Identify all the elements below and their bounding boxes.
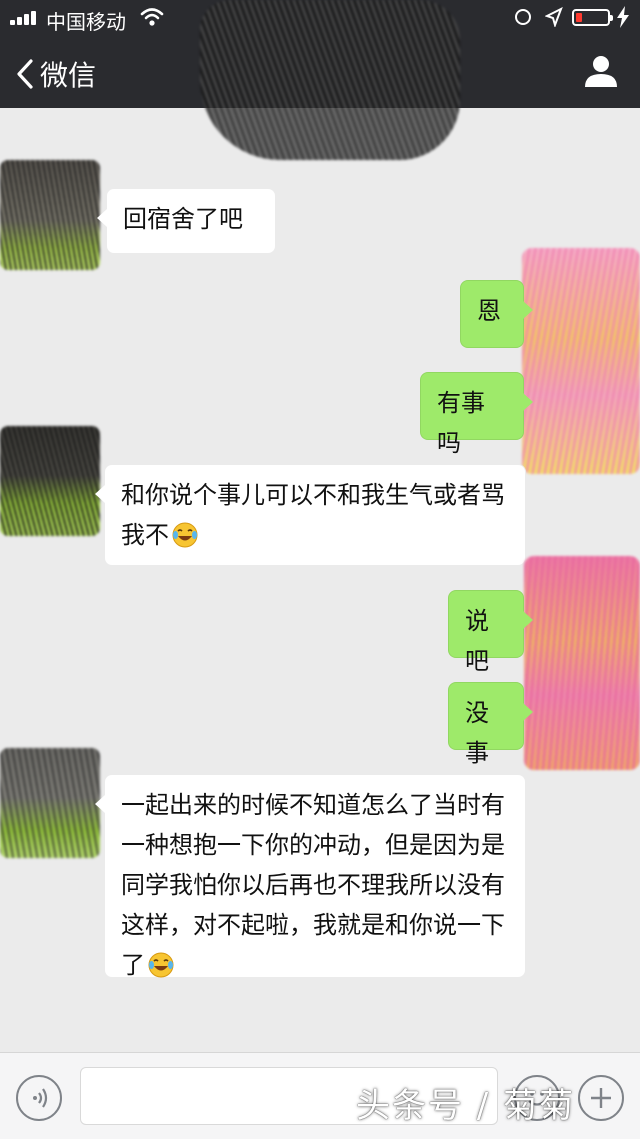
back-button[interactable]: 微信 xyxy=(16,54,96,94)
plus-icon xyxy=(591,1088,611,1108)
message-text: 有事吗 xyxy=(437,389,485,457)
avatar[interactable] xyxy=(524,556,640,770)
message-text: 回宿舍了吧 xyxy=(123,205,243,233)
wifi-icon xyxy=(140,8,164,26)
voice-icon xyxy=(33,1088,48,1108)
message-bubble-received[interactable]: 回宿舍了吧 xyxy=(97,188,276,254)
plus-button[interactable] xyxy=(578,1075,624,1121)
back-label: 微信 xyxy=(40,59,97,92)
tears-of-joy-emoji xyxy=(148,952,174,978)
profile-icon[interactable] xyxy=(584,54,618,88)
message-text: 没事 xyxy=(465,699,489,767)
message-bubble-sent[interactable]: 有事吗 xyxy=(420,372,533,457)
avatar[interactable] xyxy=(0,748,100,858)
message-bubble-received[interactable]: 和你说个事儿可以不和我生气或者骂我不 xyxy=(95,464,526,566)
message-bubble-sent[interactable]: 恩 xyxy=(460,280,533,348)
location-icon xyxy=(545,7,563,27)
charging-icon xyxy=(617,6,629,28)
avatar[interactable] xyxy=(0,160,100,270)
avatar[interactable] xyxy=(0,426,100,536)
carrier-label: 中国移动 xyxy=(46,10,126,34)
message-text: 一起出来的时候不知道怎么了当时有一种想抱一下你的冲动，但是因为是同学我怕你以后再… xyxy=(121,791,505,979)
orientation-lock-icon xyxy=(515,9,531,25)
watermark: 头条号 / 菊菊 xyxy=(356,1086,576,1126)
message-bubble-sent[interactable]: 没事 xyxy=(448,682,533,767)
message-text: 恩 xyxy=(477,297,501,325)
back-chevron-icon xyxy=(17,59,33,89)
signal-icon xyxy=(10,11,40,25)
chat-area[interactable]: 回宿舍了吧 恩 有事吗 和你说个事儿可以不和我生气或者骂我不 说吧 没事 一起出… xyxy=(0,108,640,1052)
message-text: 说吧 xyxy=(465,607,489,675)
message-bubble-received[interactable]: 一起出来的时候不知道怎么了当时有一种想抱一下你的冲动，但是因为是同学我怕你以后再… xyxy=(95,774,526,979)
avatar[interactable] xyxy=(522,248,640,474)
voice-button[interactable] xyxy=(16,1075,62,1121)
message-bubble-sent[interactable]: 说吧 xyxy=(448,590,533,675)
battery-icon xyxy=(572,9,613,26)
tears-of-joy-emoji xyxy=(172,522,198,548)
